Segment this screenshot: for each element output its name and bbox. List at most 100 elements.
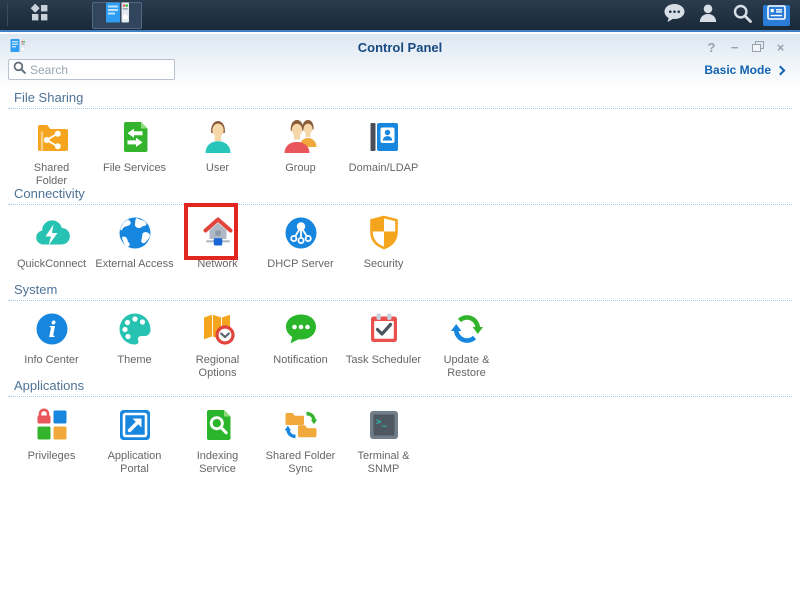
info-center-icon: i <box>32 309 72 349</box>
item-privileges[interactable]: Privileges <box>10 405 93 470</box>
control-panel-icon <box>105 1 130 29</box>
item-label: File Services <box>103 162 166 175</box>
item-label: Update & Restore <box>426 354 508 380</box>
notification-icon <box>281 309 321 349</box>
privileges-icon <box>32 405 72 445</box>
close-button[interactable]: × <box>773 40 788 55</box>
item-label: Notification <box>273 354 327 367</box>
notifications-button[interactable] <box>657 0 691 30</box>
item-group[interactable]: Group <box>259 117 342 182</box>
svg-text:i: i <box>48 317 56 342</box>
item-label: Regional Options <box>177 354 259 380</box>
theme-icon <box>115 309 155 349</box>
shared-folder-sync-icon <box>281 405 321 445</box>
item-label: Indexing Service <box>188 450 248 476</box>
item-task-scheduler[interactable]: Task Scheduler <box>342 309 425 374</box>
search-box <box>8 59 175 80</box>
section-header-connectivity: Connectivity <box>8 186 792 205</box>
row-applications: Privileges Application Portal <box>10 405 800 470</box>
main-menu-button[interactable] <box>14 0 64 30</box>
item-label: Shared Folder <box>22 162 82 188</box>
help-button[interactable]: ? <box>704 40 719 55</box>
item-dhcp-server[interactable]: DHCP Server <box>259 213 342 278</box>
item-update-restore[interactable]: Update & Restore <box>425 309 508 374</box>
regional-options-icon <box>198 309 238 349</box>
item-label: Security <box>364 258 404 271</box>
user-icon <box>198 117 238 157</box>
item-label: User <box>206 162 229 175</box>
item-security[interactable]: Security <box>342 213 425 278</box>
row-connectivity: QuickConnect External Access <box>10 213 800 278</box>
group-icon <box>281 117 321 157</box>
magnifier-icon <box>732 3 752 28</box>
taskbar-divider <box>7 4 8 26</box>
widgets-button[interactable] <box>763 5 790 26</box>
row-system: i Info Center <box>10 309 800 374</box>
application-portal-icon <box>115 405 155 445</box>
item-label: DHCP Server <box>267 258 333 271</box>
item-label: QuickConnect <box>17 258 86 271</box>
item-label: External Access <box>95 258 173 271</box>
item-quickconnect[interactable]: QuickConnect <box>10 213 93 278</box>
item-label: Theme <box>117 354 151 367</box>
file-services-icon <box>115 117 155 157</box>
search-input[interactable] <box>30 63 185 77</box>
section-header-file-sharing: File Sharing <box>8 90 792 109</box>
item-file-services[interactable]: File Services <box>93 117 176 182</box>
domain-ldap-icon <box>364 117 404 157</box>
widgets-panel-icon <box>767 5 786 25</box>
item-label: Group <box>285 162 316 175</box>
chat-bubble-icon <box>663 2 686 28</box>
item-label: Domain/LDAP <box>349 162 419 175</box>
person-icon <box>698 3 718 28</box>
item-info-center[interactable]: i Info Center <box>10 309 93 374</box>
item-network[interactable]: Network <box>176 213 259 278</box>
item-application-portal[interactable]: Application Portal <box>93 405 176 470</box>
svg-text:>_: >_ <box>376 418 387 428</box>
network-icon <box>198 213 238 253</box>
item-label: Task Scheduler <box>346 354 421 367</box>
taskbar-right <box>657 0 800 30</box>
item-notification[interactable]: Notification <box>259 309 342 374</box>
window-controls: ? − × <box>704 40 788 55</box>
terminal-snmp-icon: >_ <box>364 405 404 445</box>
basic-mode-link[interactable]: Basic Mode <box>704 63 784 77</box>
item-terminal-snmp[interactable]: >_ Terminal & SNMP <box>342 405 425 470</box>
item-user[interactable]: User <box>176 117 259 182</box>
external-access-icon <box>115 213 155 253</box>
security-icon <box>364 213 404 253</box>
item-label: Shared Folder Sync <box>260 450 342 476</box>
item-label: Terminal & SNMP <box>354 450 414 476</box>
indexing-service-icon <box>198 405 238 445</box>
taskbar <box>0 0 800 32</box>
control-panel-window: Control Panel ? − × Basic Mode <box>0 34 800 600</box>
item-shared-folder[interactable]: Shared Folder <box>10 117 93 182</box>
item-theme[interactable]: Theme <box>93 309 176 374</box>
chevron-right-icon <box>776 66 786 76</box>
item-indexing-service[interactable]: Indexing Service <box>176 405 259 470</box>
task-scheduler-icon <box>364 309 404 349</box>
item-domain-ldap[interactable]: Domain/LDAP <box>342 117 425 182</box>
dhcp-server-icon <box>281 213 321 253</box>
magnifier-icon <box>13 61 26 79</box>
item-label: Info Center <box>24 354 78 367</box>
quickconnect-icon <box>32 213 72 253</box>
update-restore-icon <box>447 309 487 349</box>
item-label: Privileges <box>28 450 76 463</box>
basic-mode-label: Basic Mode <box>704 63 771 77</box>
shared-folder-icon <box>32 117 72 157</box>
section-header-applications: Applications <box>8 378 792 397</box>
user-account-button[interactable] <box>691 0 725 30</box>
item-shared-folder-sync[interactable]: Shared Folder Sync <box>259 405 342 470</box>
page-title: Control Panel <box>0 40 800 55</box>
row-file-sharing: Shared Folder File Services <box>10 117 800 182</box>
window-header: Control Panel ? − × Basic Mode <box>0 34 800 86</box>
search-button[interactable] <box>725 0 759 30</box>
control-panel-content: File Sharing <box>0 86 800 600</box>
section-header-system: System <box>8 282 792 301</box>
maximize-button[interactable] <box>750 40 765 55</box>
minimize-button[interactable]: − <box>727 40 742 55</box>
item-regional-options[interactable]: Regional Options <box>176 309 259 374</box>
item-external-access[interactable]: External Access <box>93 213 176 278</box>
control-panel-taskbar-button[interactable] <box>92 2 142 29</box>
